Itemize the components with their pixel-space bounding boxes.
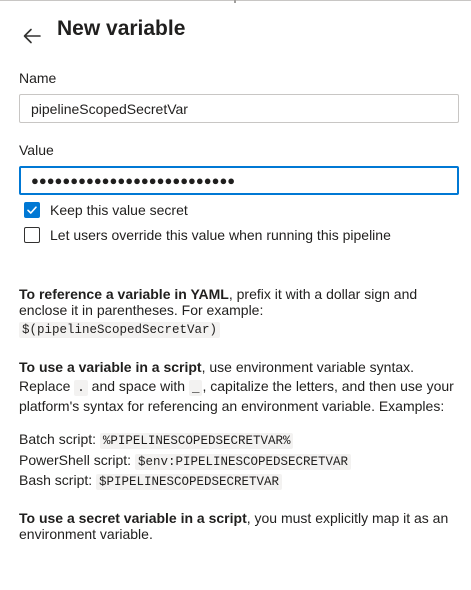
keep-secret-label: Keep this value secret (50, 202, 188, 218)
panel-title: New variable (57, 17, 186, 40)
checkbox-box[interactable] (24, 227, 40, 243)
example-label: Batch script: (19, 431, 97, 447)
value-input[interactable] (21, 168, 457, 193)
script-help-body-2: and space with (87, 377, 189, 394)
example-bash: Bash script: $PIPELINESCOPEDSECRETVAR (19, 472, 283, 490)
name-input[interactable] (20, 95, 458, 122)
secret-help-bold: To use a secret variable in a script (19, 510, 247, 526)
yaml-example-code: $(pipelineScopedSecretVar) (19, 322, 221, 338)
name-label: Name (19, 70, 57, 86)
script-help-bold: To use a variable in a script (19, 359, 202, 375)
script-help-text: To use a variable in a script, use envir… (19, 358, 461, 416)
back-arrow-icon[interactable] (21, 25, 43, 47)
name-field[interactable] (19, 94, 459, 123)
example-batch: Batch script: %PIPELINESCOPEDSECRETVAR% (19, 431, 294, 449)
example-code: %PIPELINESCOPEDSECRETVAR% (99, 433, 294, 449)
secret-help-text: To use a secret variable in a script, yo… (19, 510, 461, 542)
example-code: $env:PIPELINESCOPEDSECRETVAR (134, 454, 351, 470)
dot-code: . (74, 379, 88, 396)
panel-resize-handle[interactable] (234, 0, 236, 3)
value-label: Value (19, 142, 54, 158)
yaml-help-bold: To reference a variable in YAML (19, 286, 229, 302)
example-label: Bash script: (19, 472, 93, 488)
example-label: PowerShell script: (19, 452, 132, 468)
yaml-help-text: To reference a variable in YAML, prefix … (19, 286, 461, 338)
value-field[interactable] (19, 166, 459, 195)
example-powershell: PowerShell script: $env:PIPELINESCOPEDSE… (19, 452, 351, 470)
checkmark-icon (27, 206, 37, 214)
example-code: $PIPELINESCOPEDSECRETVAR (96, 474, 283, 490)
allow-override-checkbox[interactable]: Let users override this value when runni… (24, 227, 391, 243)
allow-override-label: Let users override this value when runni… (50, 227, 391, 243)
checkbox-box[interactable] (24, 202, 40, 218)
keep-secret-checkbox[interactable]: Keep this value secret (24, 202, 188, 218)
underscore-code: _ (188, 379, 203, 396)
